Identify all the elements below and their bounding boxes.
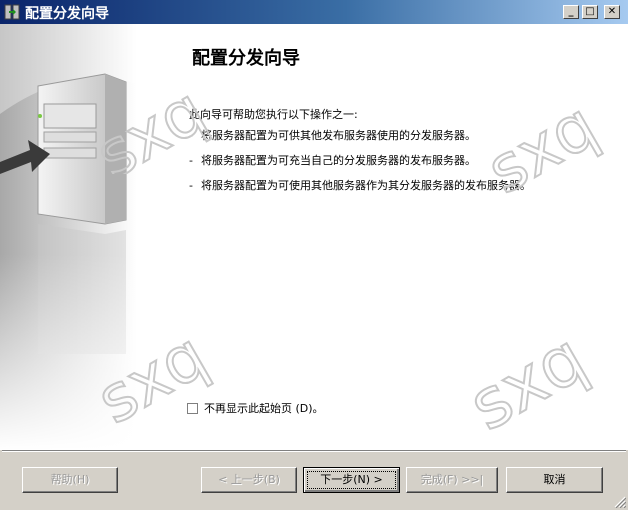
list-item: - 将服务器配置为可充当自己的分发服务器的发布服务器。 (189, 152, 476, 168)
list-item: - 将服务器配置为可使用其他服务器作为其分发服务器的发布服务器。 (189, 177, 531, 193)
divider (2, 450, 626, 452)
bullet-text: 将服务器配置为可充当自己的分发服务器的发布服务器。 (201, 154, 476, 167)
resize-grip-icon[interactable] (614, 496, 626, 508)
svg-text:sxq: sxq (457, 319, 599, 434)
help-button[interactable]: 帮助(H) (22, 467, 118, 493)
close-button[interactable]: ✕ (604, 5, 620, 19)
wizard-sidebar-graphic (0, 24, 137, 450)
cancel-button[interactable]: 取消 (506, 467, 603, 493)
wizard-app-icon (4, 4, 20, 20)
wizard-content: 配置分发向导 此向导可帮助您执行以下操作之一: - 将服务器配置为可供其他发布服务… (0, 24, 628, 450)
dont-show-start-page-label[interactable]: 不再显示此起始页 (D)。 (204, 402, 324, 415)
bullet-marker: - (189, 129, 193, 142)
bullet-text: 将服务器配置为可供其他发布服务器使用的分发服务器。 (201, 129, 476, 142)
watermark: sxq (456, 318, 600, 434)
intro-text: 此向导可帮助您执行以下操作之一: (189, 108, 358, 121)
list-item: - 将服务器配置为可供其他发布服务器使用的分发服务器。 (189, 127, 476, 143)
bullet-text: 将服务器配置为可使用其他服务器作为其分发服务器的发布服务器。 (201, 179, 531, 192)
bullet-marker: - (189, 179, 193, 192)
maximize-button[interactable]: □ (582, 5, 598, 19)
minimize-button[interactable]: _ (563, 5, 579, 19)
title-bar[interactable]: 配置分发向导 _ □ ✕ (0, 0, 628, 24)
back-button[interactable]: < 上一步(B) (201, 467, 297, 493)
page-title: 配置分发向导 (192, 48, 300, 69)
next-button[interactable]: 下一步(N) > (303, 467, 400, 493)
dont-show-start-page-checkbox[interactable] (187, 403, 198, 414)
watermark: sxq (474, 88, 610, 194)
finish-button[interactable]: 完成(F) >>| (406, 467, 498, 493)
wizard-button-panel: 帮助(H) < 上一步(B) 下一步(N) > 完成(F) >>| 取消 (0, 450, 628, 510)
window-title: 配置分发向导 (25, 6, 109, 22)
bullet-marker: - (189, 154, 193, 167)
dont-show-start-page-option[interactable]: 不再显示此起始页 (D)。 (187, 400, 324, 416)
